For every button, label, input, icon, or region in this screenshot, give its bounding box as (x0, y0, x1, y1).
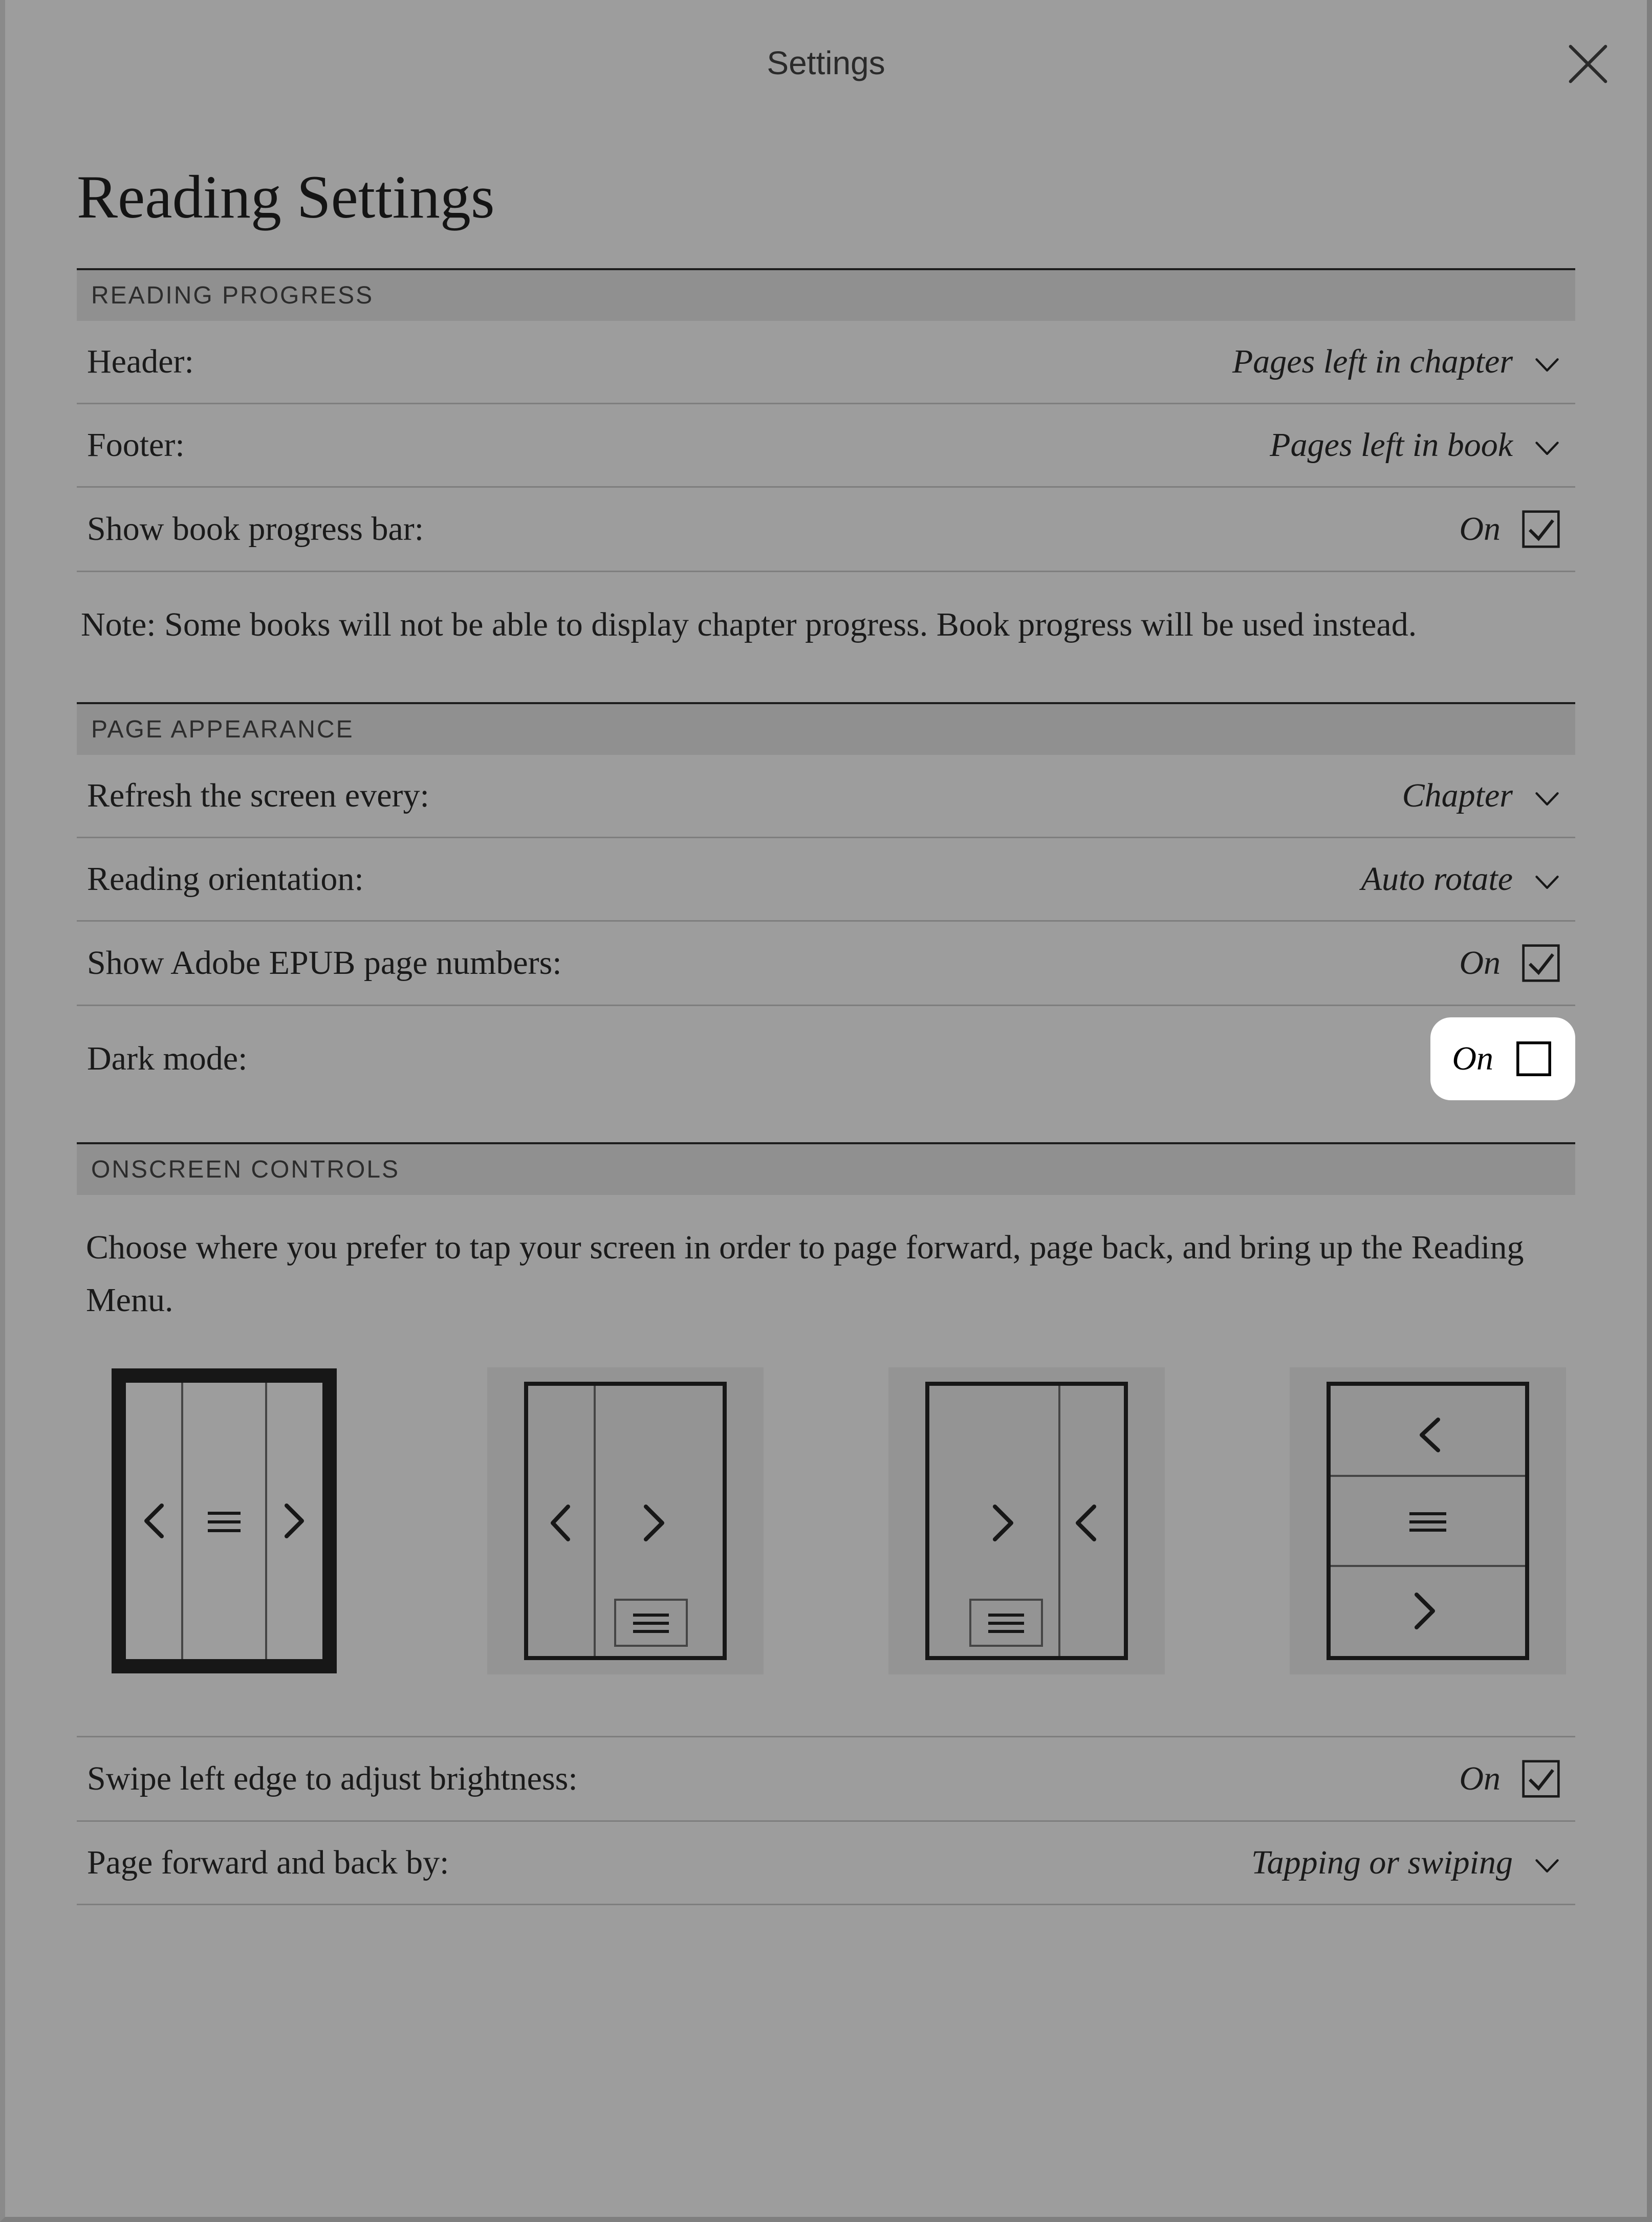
header-value: Pages left in chapter (1232, 342, 1513, 381)
row-header-display[interactable]: Header: Pages left in chapter (77, 321, 1575, 404)
chevron-down-icon (1533, 865, 1561, 893)
section-onscreen-controls: ONSCREEN CONTROLS (77, 1142, 1575, 1195)
page-title: Reading Settings (77, 162, 1575, 232)
tap-layout-picker (77, 1332, 1575, 1736)
chevron-down-icon (1533, 431, 1561, 459)
orientation-value: Auto rotate (1361, 860, 1513, 899)
row-dark-mode[interactable]: Dark mode: On (77, 1006, 1575, 1112)
section-page-appearance: PAGE APPEARANCE (77, 702, 1575, 755)
row-epub-numbers[interactable]: Show Adobe EPUB page numbers: On (77, 922, 1575, 1006)
chevron-down-icon (1533, 782, 1561, 810)
row-page-forward-back[interactable]: Page forward and back by: Tapping or swi… (77, 1822, 1575, 1905)
close-icon[interactable] (1565, 41, 1611, 87)
section-reading-progress: READING PROGRESS (77, 268, 1575, 321)
checkbox-checked-icon[interactable] (1521, 943, 1561, 983)
chevron-down-icon (1533, 1849, 1561, 1877)
pagefwd-label: Page forward and back by: (87, 1843, 449, 1882)
progress-bar-label: Show book progress bar: (87, 510, 424, 549)
orientation-label: Reading orientation: (87, 860, 364, 899)
checkbox-unchecked-icon[interactable] (1514, 1039, 1554, 1079)
epub-value: On (1459, 944, 1501, 983)
refresh-label: Refresh the screen every: (87, 776, 429, 815)
header-label: Header: (87, 342, 194, 381)
onscreen-note: Choose where you prefer to tap your scre… (77, 1195, 1575, 1332)
progress-bar-value: On (1459, 510, 1501, 549)
modal-header: Settings (5, 0, 1647, 126)
tap-layout-option-4[interactable] (1290, 1367, 1566, 1674)
row-footer-display[interactable]: Footer: Pages left in book (77, 404, 1575, 488)
swipe-value: On (1459, 1759, 1501, 1798)
modal-title: Settings (767, 44, 885, 82)
row-swipe-brightness[interactable]: Swipe left edge to adjust brightness: On (77, 1736, 1575, 1822)
tap-layout-option-2[interactable] (487, 1367, 764, 1674)
chevron-down-icon (1533, 348, 1561, 376)
epub-label: Show Adobe EPUB page numbers: (87, 944, 562, 983)
checkbox-checked-icon[interactable] (1521, 509, 1561, 549)
reading-progress-note: Note: Some books will not be able to dis… (77, 572, 1575, 702)
checkbox-checked-icon[interactable] (1521, 1759, 1561, 1799)
footer-label: Footer: (87, 426, 185, 465)
tap-layout-option-1[interactable] (86, 1367, 362, 1674)
dark-mode-value: On (1452, 1039, 1493, 1078)
tap-layout-option-3[interactable] (888, 1367, 1165, 1674)
dark-mode-label: Dark mode: (87, 1039, 247, 1078)
pagefwd-value: Tapping or swiping (1251, 1843, 1513, 1882)
row-orientation[interactable]: Reading orientation: Auto rotate (77, 838, 1575, 922)
refresh-value: Chapter (1402, 776, 1513, 815)
footer-value: Pages left in book (1270, 426, 1513, 465)
swipe-label: Swipe left edge to adjust brightness: (87, 1759, 578, 1798)
row-refresh[interactable]: Refresh the screen every: Chapter (77, 755, 1575, 838)
row-show-progress-bar[interactable]: Show book progress bar: On (77, 488, 1575, 572)
